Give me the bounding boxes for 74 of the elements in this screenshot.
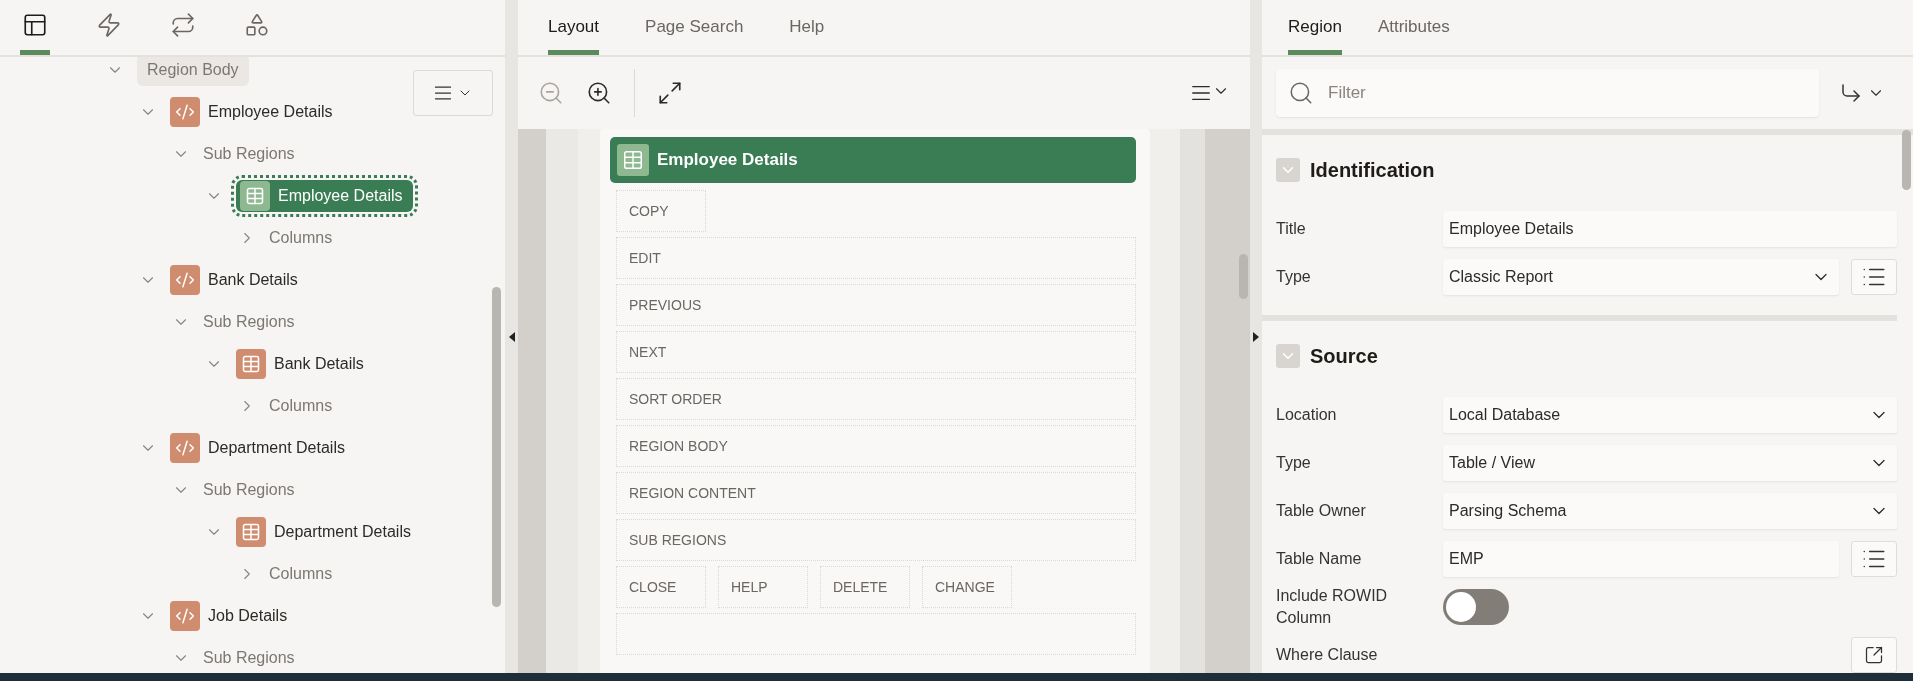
position-slot[interactable]: HELP (718, 566, 808, 608)
position-slot[interactable]: PREVIOUS (616, 284, 1136, 326)
tab[interactable]: Region (1288, 0, 1342, 55)
scrollbar[interactable] (492, 287, 501, 607)
tree-node[interactable]: Sub Regions (203, 138, 299, 170)
expand-icon[interactable] (657, 80, 683, 106)
scrollbar[interactable] (1239, 254, 1248, 299)
list-button[interactable] (1851, 541, 1897, 577)
tree-node[interactable]: Columns (269, 558, 337, 590)
position-slot[interactable]: SORT ORDER (616, 378, 1136, 420)
list-button[interactable] (1851, 259, 1897, 295)
code-icon (170, 97, 200, 127)
position-slot[interactable]: DELETE (820, 566, 910, 608)
tab[interactable]: Layout (548, 0, 600, 55)
code-icon (170, 601, 200, 631)
code-icon (170, 433, 200, 463)
collapse-button[interactable] (1276, 158, 1300, 182)
tree-node[interactable]: Bank Details (170, 264, 302, 296)
table-icon (236, 517, 266, 547)
tree-node[interactable]: Department Details (170, 432, 349, 464)
tree-node[interactable]: Columns (269, 390, 337, 422)
tree-node[interactable]: Department Details (236, 516, 415, 548)
tree-node[interactable]: Region Body (137, 57, 249, 86)
field-label: Table Name (1276, 549, 1363, 570)
tree-node[interactable]: Bank Details (236, 348, 368, 380)
field-label: Type (1276, 453, 1312, 474)
position-slot[interactable] (616, 613, 1136, 655)
tree-node[interactable]: Job Details (170, 600, 292, 632)
position-slot[interactable]: CHANGE (922, 566, 1012, 608)
table-icon (617, 144, 649, 176)
search-icon (1288, 80, 1314, 106)
select-field[interactable]: Parsing Schema (1443, 493, 1897, 529)
arrow-down-right-icon (1839, 81, 1863, 105)
tab[interactable]: Page Search (645, 0, 744, 55)
field-label: Type (1276, 267, 1312, 288)
position-slot[interactable]: CLOSE (616, 566, 706, 608)
table-icon (240, 181, 270, 211)
region-header[interactable]: Employee Details (610, 137, 1136, 183)
code-icon (170, 265, 200, 295)
arrow-out-icon (1864, 645, 1884, 665)
section-title: Identification (1310, 158, 1435, 182)
filter-field[interactable]: Filter (1276, 69, 1819, 117)
position-slot[interactable]: EDIT (616, 237, 1136, 279)
field-label: Where Clause (1276, 645, 1379, 666)
tab[interactable]: Attributes (1377, 0, 1450, 55)
field-label: Location (1276, 405, 1338, 426)
select-field[interactable]: Local Database (1443, 397, 1897, 433)
text-field[interactable]: Employee Details (1443, 211, 1897, 247)
scrollbar[interactable] (1902, 130, 1911, 190)
field-label: Include ROWID Column (1276, 586, 1389, 628)
collapse-right-icon[interactable] (1253, 331, 1259, 342)
select-field[interactable]: Classic Report (1443, 259, 1839, 295)
toggle-switch[interactable] (1443, 589, 1509, 625)
collapse-left-icon[interactable] (508, 331, 515, 342)
field-label: Table Owner (1276, 501, 1367, 522)
position-slot[interactable]: NEXT (616, 331, 1136, 373)
zoom-in-icon[interactable] (586, 80, 612, 106)
position-slot[interactable]: COPY (616, 190, 706, 232)
text-field[interactable]: EMP (1443, 541, 1839, 577)
tree-node[interactable]: Sub Regions (203, 306, 299, 338)
position-slot[interactable]: SUB REGIONS (616, 519, 1136, 561)
field-label: Title (1276, 219, 1307, 240)
table-icon (236, 349, 266, 379)
tree-node[interactable]: Columns (269, 222, 337, 254)
collapse-button[interactable] (1276, 344, 1300, 368)
tree-node[interactable]: Sub Regions (203, 642, 299, 673)
position-slot[interactable]: REGION CONTENT (616, 472, 1136, 514)
section-title: Source (1310, 344, 1378, 368)
position-slot[interactable]: REGION BODY (616, 425, 1136, 467)
tab[interactable]: Help (789, 0, 825, 55)
open-editor-button[interactable] (1851, 637, 1897, 673)
tree-node[interactable]: Employee Details (170, 96, 337, 128)
tree-node[interactable]: Sub Regions (203, 474, 299, 506)
select-field[interactable]: Table / View (1443, 445, 1897, 481)
